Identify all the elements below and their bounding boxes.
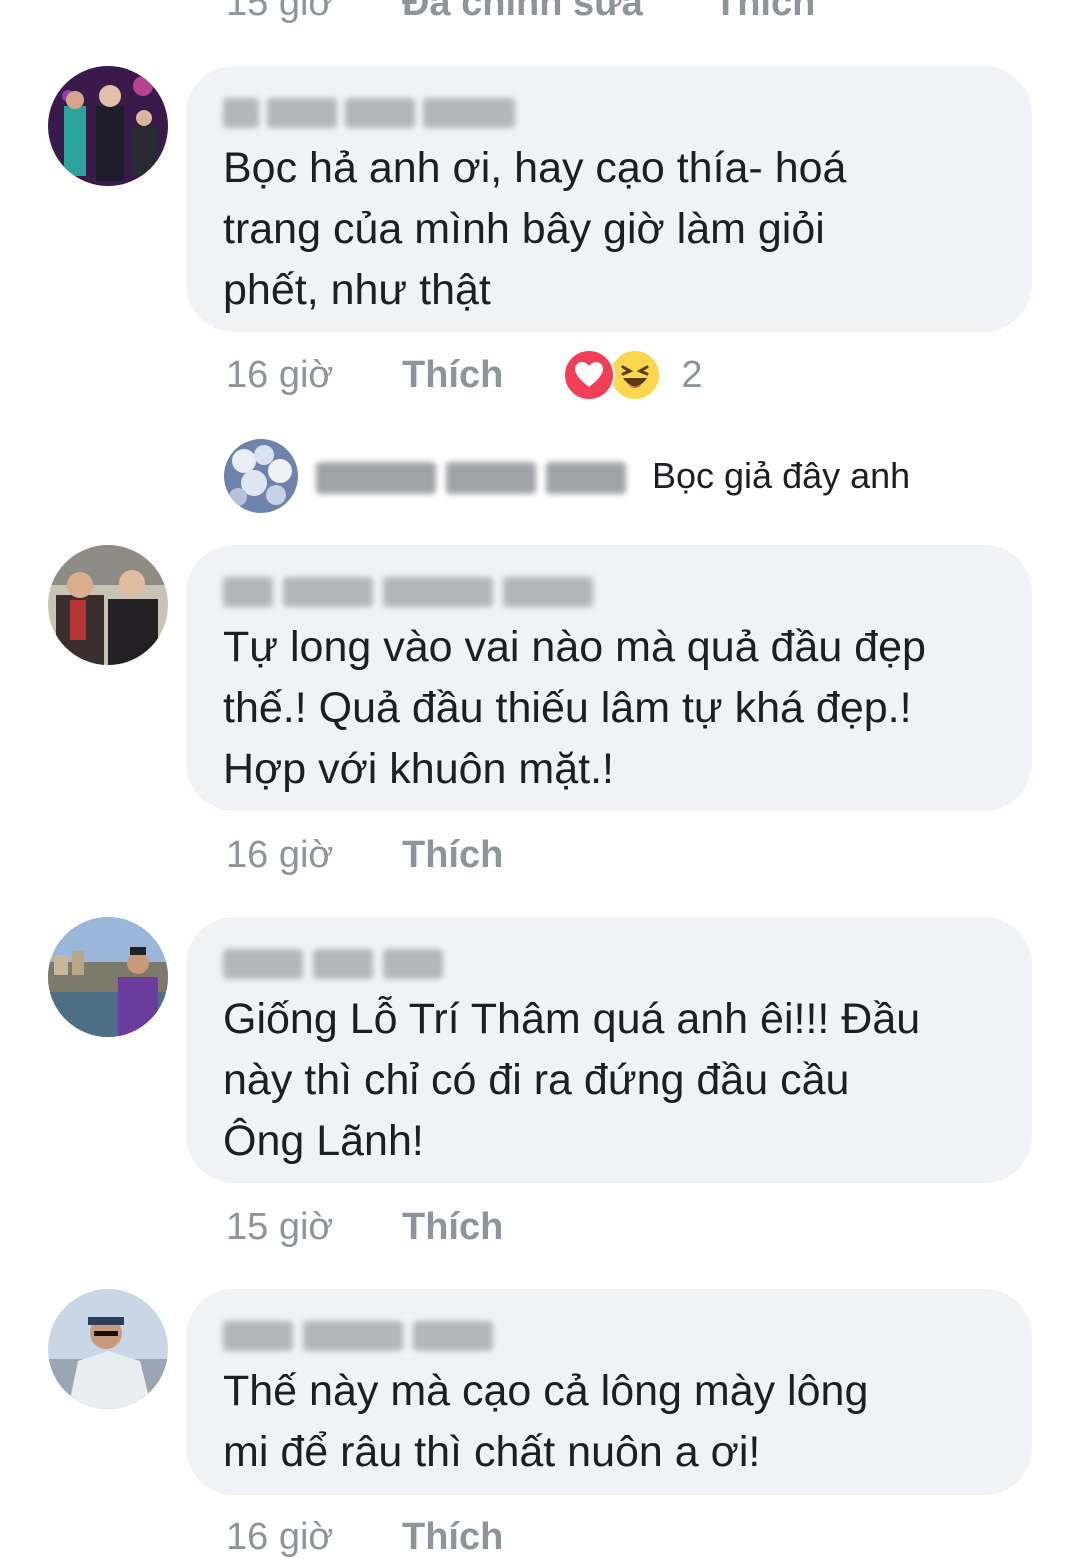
avatar[interactable] [48, 66, 168, 186]
like-button[interactable]: Thích [714, 0, 815, 25]
reply-text: Bọc giả đây anh [652, 455, 911, 496]
haha-icon [609, 349, 662, 401]
comment-meta: 16 giờ Thích [226, 1512, 503, 1562]
commenter-name-blurred[interactable] [223, 90, 523, 132]
previous-comment-meta: 15 giờ Đã chỉnh sửa Thích [226, 0, 815, 28]
comment-bubble: Thế này mà cạo cả lông mày lông mi để râ… [186, 1289, 1032, 1495]
love-icon [563, 349, 616, 401]
commenter-name-blurred[interactable] [223, 1313, 523, 1355]
comment-meta: 16 giờ Thích 2 [226, 349, 702, 401]
comment-text: Thế này mà cạo cả lông mày lông mi để râ… [223, 1367, 869, 1476]
avatar[interactable] [48, 917, 168, 1037]
like-button[interactable]: Thích [402, 354, 503, 397]
edited-label[interactable]: Đã chỉnh sửa [402, 0, 714, 25]
avatar[interactable] [48, 545, 168, 665]
like-button[interactable]: Thích [402, 1516, 503, 1559]
commenter-name-blurred[interactable] [223, 941, 523, 983]
commenter-name-blurred[interactable] [223, 569, 593, 611]
comment-time: 15 giờ [226, 0, 334, 24]
comment-bubble: Bọc hả anh ơi, hay cạo thía- hoá trang c… [186, 66, 1032, 332]
like-button[interactable]: Thích [402, 1206, 503, 1249]
comment-time: 15 giờ [226, 1205, 334, 1248]
reply-avatar[interactable] [224, 439, 298, 513]
comment-text: Tự long vào vai nào mà quả đầu đẹp thế.!… [223, 623, 926, 793]
comment-text: Bọc hả anh ơi, hay cạo thía- hoá trang c… [223, 144, 847, 314]
comment-time: 16 giờ [226, 353, 334, 396]
reactions[interactable]: 2 [563, 349, 702, 401]
avatar[interactable] [48, 1289, 168, 1409]
comment-text: Giống Lỗ Trí Thâm quá anh êi!!! Đầu này … [223, 995, 921, 1165]
reply-preview[interactable]: Bọc giả đây anh [224, 438, 910, 514]
comment-meta: 15 giờ Thích [226, 1202, 503, 1252]
reply-name-blurred[interactable] [316, 456, 636, 496]
comment-bubble: Giống Lỗ Trí Thâm quá anh êi!!! Đầu này … [186, 917, 1032, 1183]
comment-time: 16 giờ [226, 1515, 334, 1558]
like-button[interactable]: Thích [402, 834, 503, 877]
comment-meta: 16 giờ Thích [226, 830, 503, 880]
comment-time: 16 giờ [226, 833, 334, 876]
reaction-count: 2 [681, 353, 703, 396]
comment-bubble: Tự long vào vai nào mà quả đầu đẹp thế.!… [186, 545, 1032, 811]
